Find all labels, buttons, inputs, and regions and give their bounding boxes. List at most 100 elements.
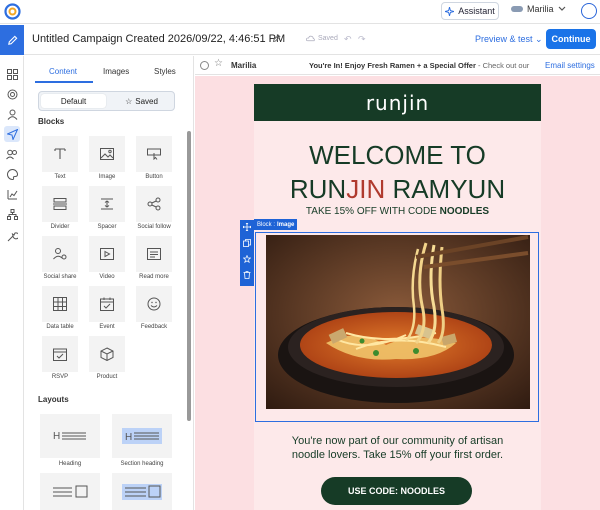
edit-mode-button[interactable] <box>0 25 24 55</box>
brand-header[interactable]: runjin <box>254 84 541 121</box>
user-name: Marilia <box>527 4 554 14</box>
block-data-table[interactable] <box>42 286 78 322</box>
block-social-share[interactable] <box>42 236 78 272</box>
sender-name: Marilia <box>231 61 257 70</box>
preview-test-button[interactable]: Preview & test ⌄ <box>475 34 543 45</box>
block-label: Read more <box>139 274 169 280</box>
star-icon: ☆ <box>125 96 133 106</box>
layout-label: Section heading <box>120 461 164 467</box>
layout-section-text-image[interactable] <box>112 473 172 510</box>
star-icon[interactable]: ☆ <box>214 58 223 69</box>
palette-icon[interactable] <box>4 166 20 182</box>
star-icon[interactable] <box>243 255 251 263</box>
blocks-heading: Blocks <box>38 117 65 126</box>
offer-text[interactable]: TAKE 15% OFF WITH CODE NOODLES <box>254 206 541 217</box>
welcome-body-text[interactable]: You're now part of our community of arti… <box>254 434 541 462</box>
block-social-follow[interactable] <box>136 186 172 222</box>
move-icon[interactable] <box>243 223 251 231</box>
svg-text:H: H <box>53 431 60 442</box>
ramen-photo[interactable] <box>266 235 530 409</box>
duplicate-icon[interactable] <box>243 239 251 247</box>
welcome-heading-line2[interactable]: RUNJIN RAMYUN <box>254 174 541 205</box>
wrench-icon[interactable] <box>4 228 20 244</box>
contacts-icon[interactable] <box>4 106 20 122</box>
smiley-icon <box>147 297 161 311</box>
block-spacer[interactable] <box>89 186 125 222</box>
rename-pencil-icon[interactable] <box>272 34 281 43</box>
assistant-button[interactable]: Assistant <box>441 2 499 20</box>
heading-layout-icon: H <box>53 431 86 442</box>
block-feedback[interactable] <box>136 286 172 322</box>
help-icon[interactable] <box>581 3 597 19</box>
continue-button[interactable]: Continue <box>546 29 596 49</box>
target-icon[interactable] <box>4 86 20 102</box>
select-radio[interactable] <box>200 61 209 70</box>
offer-code: NOODLES <box>439 206 490 217</box>
audience-icon[interactable] <box>4 146 20 162</box>
tab-styles[interactable]: Styles <box>154 67 176 76</box>
heading-jin: JIN <box>346 174 386 204</box>
offer-prefix: TAKE 15% OFF WITH CODE <box>305 206 440 217</box>
trash-icon[interactable] <box>243 271 251 279</box>
block-divider[interactable] <box>42 186 78 222</box>
email-settings-link[interactable]: Email settings <box>545 61 595 70</box>
subject-text: You're In! Enjoy Fresh Ramen + a Special… <box>309 61 476 70</box>
block-label: Product <box>96 374 118 380</box>
redo-icon[interactable]: ↷ <box>358 34 366 45</box>
share-icon <box>147 197 161 211</box>
svg-text:H: H <box>125 432 132 443</box>
dashboard-icon[interactable] <box>4 66 20 82</box>
block-video[interactable] <box>89 236 125 272</box>
social-share-icon <box>53 248 67 260</box>
tab-images[interactable]: Images <box>103 67 129 76</box>
section-heading-layout-icon: H <box>122 428 162 444</box>
image-block-selected[interactable] <box>255 232 539 422</box>
top-bar: Assistant Marilia <box>0 0 600 24</box>
layouts-heading: Layouts <box>38 395 69 404</box>
layout-section-heading[interactable]: H <box>112 414 172 458</box>
panel-scrollbar[interactable] <box>187 131 191 421</box>
block-button[interactable] <box>136 136 172 172</box>
block-toolbar <box>240 220 254 286</box>
toggle-saved[interactable]: ☆ Saved <box>109 94 174 108</box>
user-menu[interactable]: Marilia <box>511 4 566 14</box>
block-tag: Block : Image <box>254 219 298 230</box>
block-product[interactable] <box>89 336 125 372</box>
block-label: Button <box>145 174 163 180</box>
spacer-icon <box>101 198 113 210</box>
block-image[interactable] <box>89 136 125 172</box>
reports-icon[interactable] <box>4 186 20 202</box>
pencil-icon <box>7 35 17 45</box>
calendar-icon <box>100 297 114 311</box>
block-text[interactable] <box>42 136 78 172</box>
tab-content[interactable]: Content <box>49 67 77 76</box>
toggle-default[interactable]: Default <box>41 94 106 108</box>
subject-line[interactable]: You're In! Enjoy Fresh Ramen + a Special… <box>309 61 535 70</box>
layout-label: Heading <box>58 461 82 467</box>
use-code-button[interactable]: USE CODE: NOODLES <box>321 477 472 505</box>
welcome-heading-line1[interactable]: WELCOME TO <box>254 140 541 171</box>
panel-tabs: Content Images Styles <box>25 56 194 84</box>
email-canvas: runjin WELCOME TO RUNJIN RAMYUN TAKE 15%… <box>195 76 600 510</box>
heading-ramyun: RAMYUN <box>385 174 506 204</box>
campaigns-send-icon[interactable] <box>4 126 20 142</box>
block-label: Feedback <box>140 324 168 330</box>
integrations-icon[interactable] <box>4 206 20 222</box>
block-event[interactable] <box>89 286 125 322</box>
blocks-source-toggle: Default ☆ Saved <box>38 91 175 111</box>
left-rail <box>0 56 24 510</box>
toggle-saved-label: Saved <box>135 96 158 106</box>
app-logo-icon[interactable] <box>4 3 21 20</box>
campaign-title[interactable]: Untitled Campaign Created 2026/09/22, 4:… <box>32 33 285 45</box>
content-panel: Content Images Styles Default ☆ Saved Bl… <box>25 56 194 510</box>
cloud-check-icon <box>306 35 315 42</box>
layout-heading[interactable]: H <box>40 414 100 458</box>
email-header-row: ☆ Marilia You're In! Enjoy Fresh Ramen +… <box>195 56 600 75</box>
assistant-label: Assistant <box>458 6 495 16</box>
block-rsvp[interactable] <box>42 336 78 372</box>
read-more-icon <box>147 248 161 260</box>
block-read-more[interactable] <box>136 236 172 272</box>
undo-icon[interactable]: ↶ <box>344 34 352 45</box>
layout-text-image[interactable] <box>40 473 100 510</box>
block-tag-name: Image <box>277 221 295 228</box>
